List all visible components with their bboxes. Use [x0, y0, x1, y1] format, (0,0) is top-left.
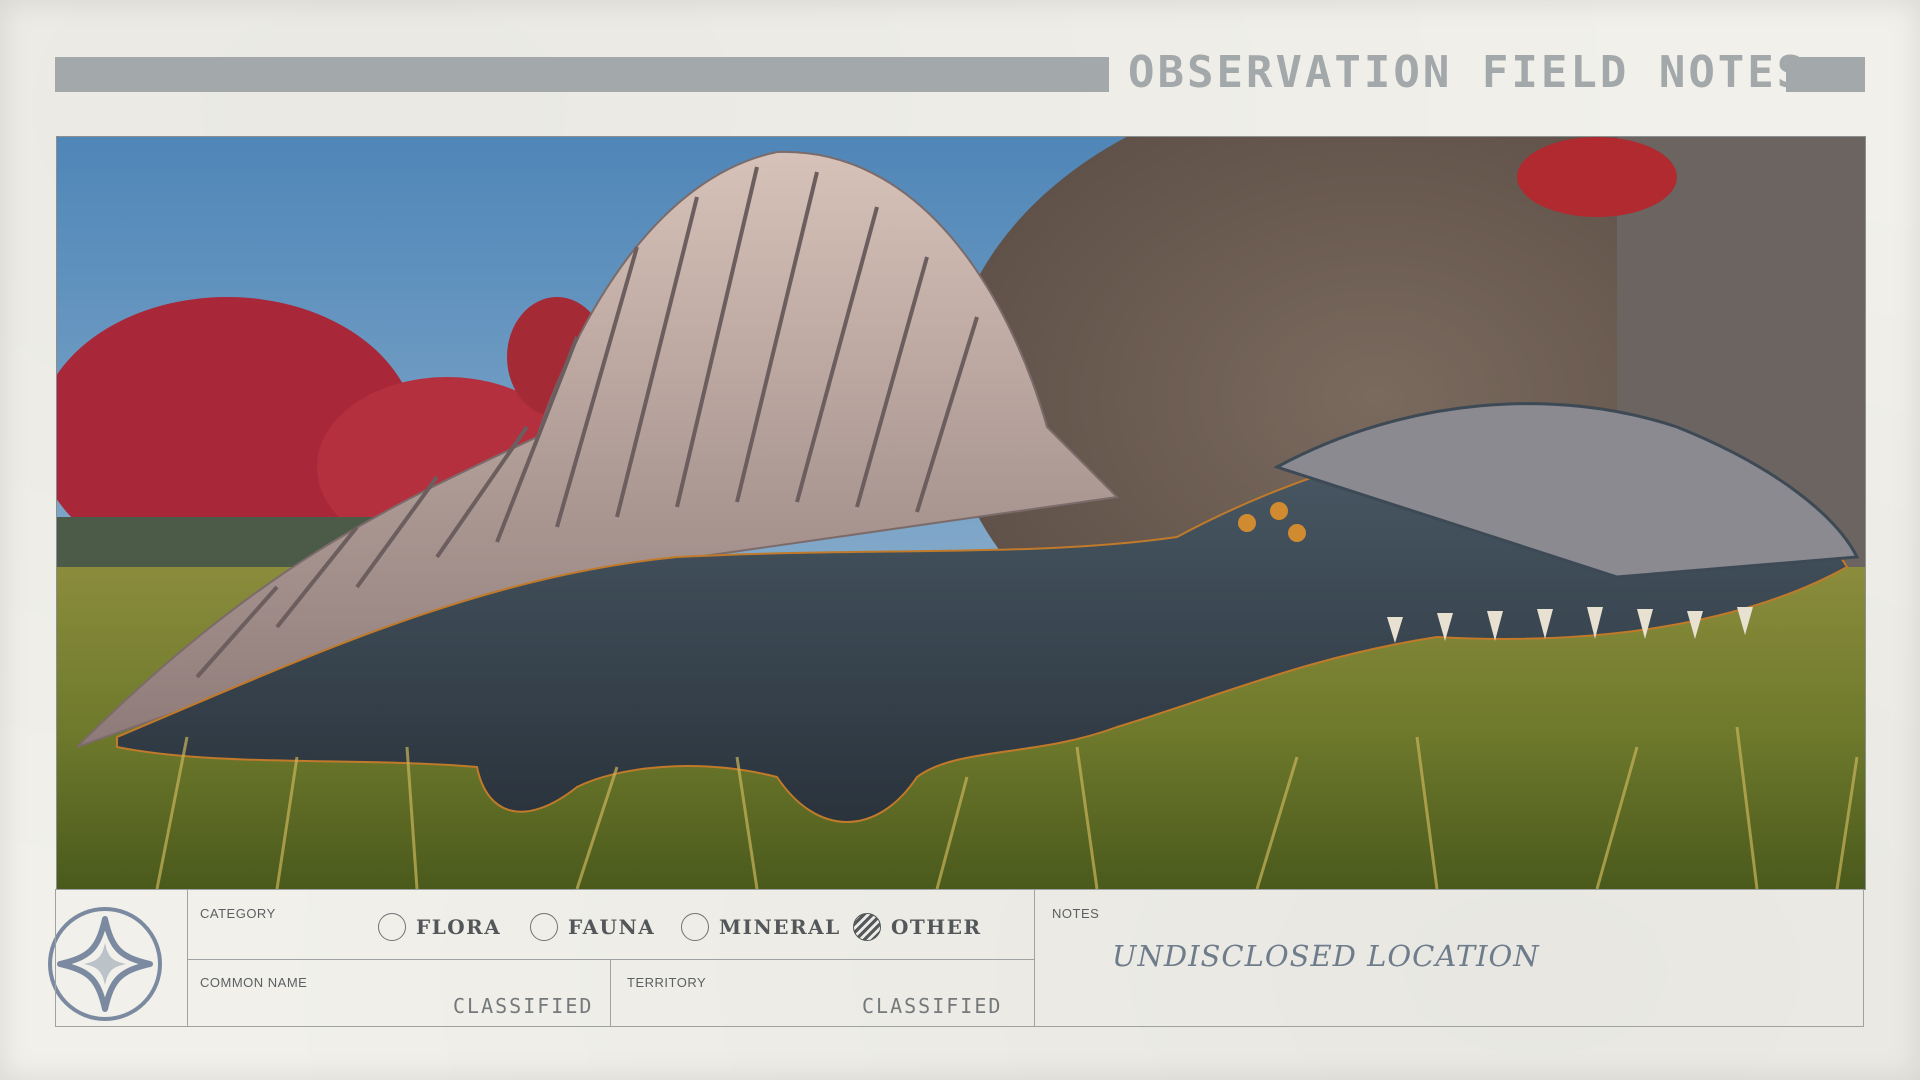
radio-fauna[interactable] — [530, 913, 558, 941]
divider-name-territory — [610, 959, 611, 1026]
notes-label: NOTES — [1052, 906, 1100, 921]
radio-other-checked[interactable] — [853, 913, 881, 941]
creature-photo — [56, 136, 1866, 890]
header-bar-right — [1786, 57, 1865, 92]
option-mineral[interactable]: MINERAL — [681, 910, 841, 944]
common-name-value: CLASSIFIED — [453, 994, 594, 1018]
option-mineral-label: MINERAL — [719, 915, 841, 939]
field-notes-card: OBSERVATION FIELD NOTES CATEGORY FLORA F… — [0, 0, 1920, 1080]
common-name-label: COMMON NAME — [200, 975, 308, 990]
option-flora[interactable]: FLORA — [378, 910, 501, 944]
category-label: CATEGORY — [200, 906, 276, 921]
notes-value: UNDISCLOSED LOCATION — [1112, 939, 1540, 973]
divider-emblem — [187, 890, 188, 1026]
option-fauna-label: FAUNA — [568, 915, 656, 939]
radio-flora[interactable] — [378, 913, 406, 941]
option-fauna[interactable]: FAUNA — [530, 910, 655, 944]
radio-mineral[interactable] — [681, 913, 709, 941]
territory-value: CLASSIFIED — [862, 994, 1003, 1018]
option-other-label: OTHER — [891, 915, 982, 939]
red-foliage-top — [1517, 137, 1677, 217]
territory-label: TERRITORY — [627, 975, 707, 990]
divider-notes — [1034, 890, 1035, 1026]
option-flora-label: FLORA — [416, 915, 502, 939]
page-title: OBSERVATION FIELD NOTES — [1128, 47, 1807, 98]
header-bar-left — [55, 57, 1109, 92]
info-panel: CATEGORY FLORA FAUNA MINERAL OTHER COMMO… — [55, 889, 1864, 1027]
option-other[interactable]: OTHER — [853, 910, 982, 944]
